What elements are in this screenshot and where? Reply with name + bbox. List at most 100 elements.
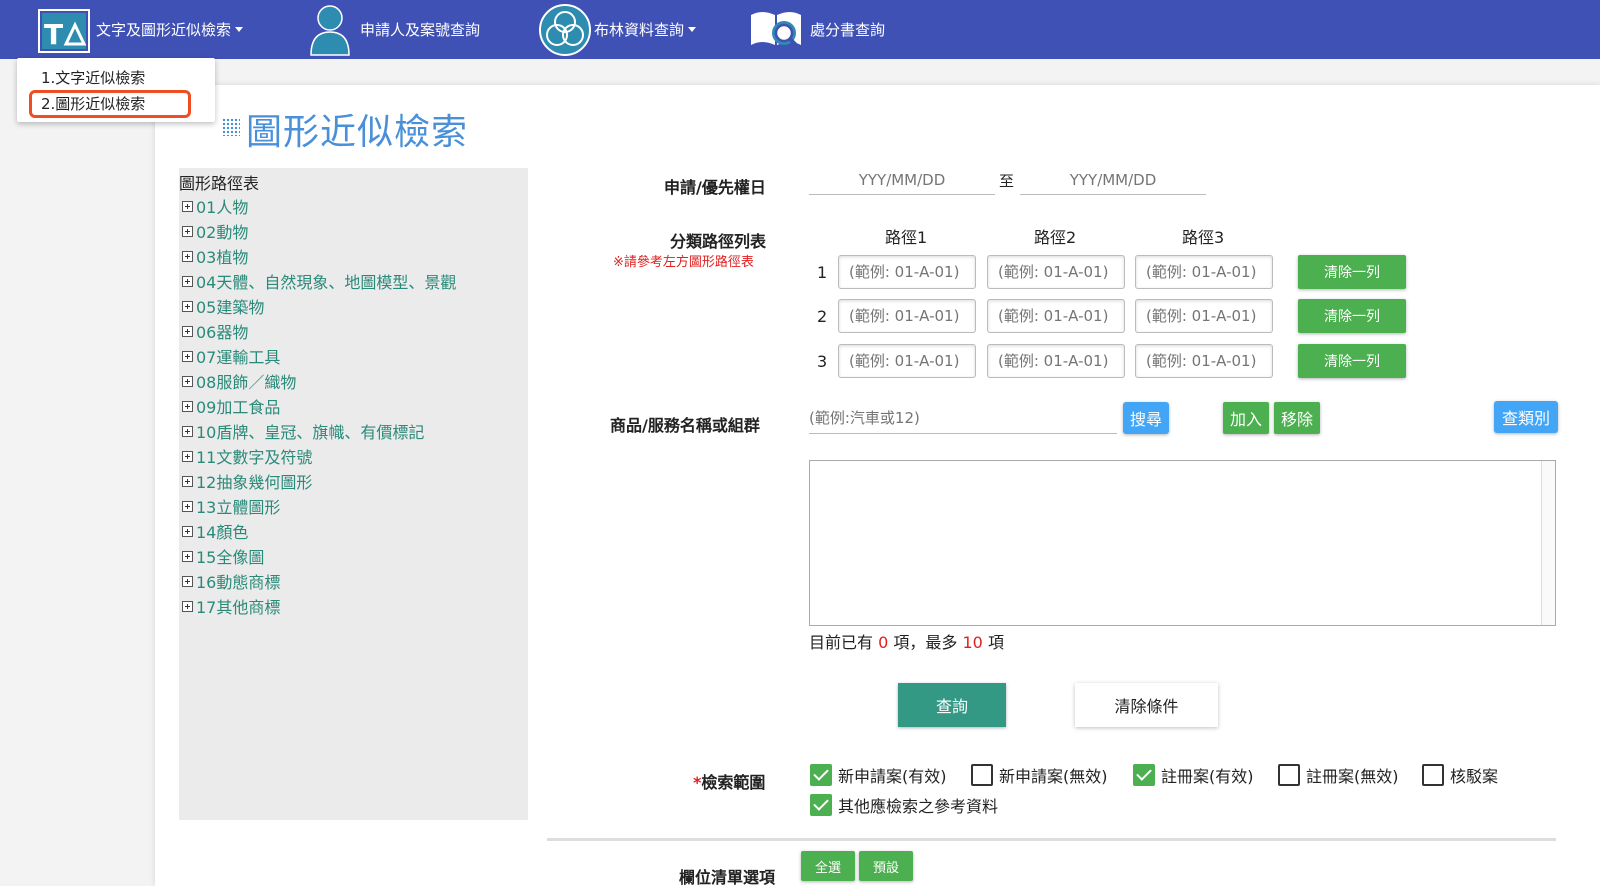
- select-all-button[interactable]: 全選: [801, 851, 855, 881]
- expand-plus-icon[interactable]: [182, 450, 193, 462]
- checkbox-checked[interactable]: [810, 764, 832, 786]
- tree-item-label[interactable]: 10盾牌、皇冠、旗幟、有價標記: [196, 419, 424, 443]
- tree-item-label[interactable]: 11文數字及符號: [196, 444, 312, 468]
- path1-row1-input[interactable]: [838, 255, 976, 289]
- scope-option[interactable]: 核駁案: [1422, 763, 1498, 787]
- tree-item[interactable]: 11文數字及符號: [179, 444, 312, 468]
- add-button[interactable]: 加入: [1223, 402, 1269, 434]
- tree-item-label[interactable]: 01人物: [196, 194, 248, 218]
- nav-text-graphic-search[interactable]: T 文字及圖形近似檢索: [38, 0, 244, 59]
- path1-row3-input[interactable]: [838, 344, 976, 378]
- expand-plus-icon[interactable]: [182, 600, 193, 612]
- path3-row3-input[interactable]: [1135, 344, 1273, 378]
- scope-option[interactable]: 新申請案(有效): [810, 763, 947, 787]
- checkbox-unchecked[interactable]: [1422, 764, 1444, 786]
- expand-plus-icon[interactable]: [182, 225, 193, 237]
- expand-plus-icon[interactable]: [182, 500, 193, 512]
- scope-option[interactable]: 註冊案(有效): [1133, 763, 1254, 787]
- tree-item-label[interactable]: 08服飾／織物: [196, 369, 296, 393]
- tree-item[interactable]: 09加工食品: [179, 394, 280, 418]
- expand-plus-icon[interactable]: [182, 400, 193, 412]
- tree-item-label[interactable]: 15全像圖: [196, 544, 264, 568]
- clear-conditions-button[interactable]: 清除條件: [1075, 683, 1218, 727]
- date-to-input[interactable]: [1020, 165, 1206, 195]
- clear-row-3-button[interactable]: 清除一列: [1298, 344, 1406, 378]
- page-title: 圖形近似檢索: [246, 112, 469, 153]
- checkbox-unchecked[interactable]: [971, 764, 993, 786]
- path2-row1-input[interactable]: [987, 255, 1125, 289]
- tree-item[interactable]: 07運輸工具: [179, 344, 280, 368]
- path-row-number: 3: [817, 352, 828, 371]
- dropdown-item-graphic-search[interactable]: 2.圖形近似檢索: [41, 93, 145, 114]
- checkbox-checked[interactable]: [1133, 764, 1155, 786]
- expand-plus-icon[interactable]: [182, 475, 193, 487]
- tree-item[interactable]: 17其他商標: [179, 594, 280, 618]
- goods-list-scrollbar[interactable]: [1541, 461, 1555, 625]
- expand-plus-icon[interactable]: [182, 550, 193, 562]
- path2-row2-input[interactable]: [987, 299, 1125, 333]
- tree-item-label[interactable]: 16動態商標: [196, 569, 280, 593]
- clear-row-1-button[interactable]: 清除一列: [1298, 255, 1406, 289]
- scope-option[interactable]: 新申請案(無效): [971, 763, 1108, 787]
- tree-item[interactable]: 05建築物: [179, 294, 264, 318]
- top-nav: T 文字及圖形近似檢索 申請人及案號查詢 布林資料查詢 處分書查詢: [0, 0, 1600, 59]
- tree-item-label[interactable]: 14顏色: [196, 519, 248, 543]
- tree-item[interactable]: 12抽象幾何圖形: [179, 469, 312, 493]
- path3-row1-input[interactable]: [1135, 255, 1273, 289]
- tree-item-label[interactable]: 04天體、自然現象、地圖模型、景觀: [196, 269, 456, 293]
- goods-search-button[interactable]: 搜尋: [1123, 402, 1169, 434]
- tree-item[interactable]: 06器物: [179, 319, 248, 343]
- path3-row2-input[interactable]: [1135, 299, 1273, 333]
- scope-option[interactable]: 註冊案(無效): [1278, 763, 1399, 787]
- expand-plus-icon[interactable]: [182, 200, 193, 212]
- expand-plus-icon[interactable]: [182, 300, 193, 312]
- class-lookup-button[interactable]: 查類別: [1494, 401, 1558, 433]
- expand-plus-icon[interactable]: [182, 250, 193, 262]
- tree-item-label[interactable]: 06器物: [196, 319, 248, 343]
- nav-applicant-search[interactable]: 申請人及案號查詢: [308, 0, 480, 59]
- expand-plus-icon[interactable]: [182, 575, 193, 587]
- path1-row2-input[interactable]: [838, 299, 976, 333]
- scope-option[interactable]: 其他應檢索之參考資料: [810, 793, 998, 817]
- expand-plus-icon[interactable]: [182, 275, 193, 287]
- tree-item-label[interactable]: 09加工食品: [196, 394, 280, 418]
- tree-item[interactable]: 01人物: [179, 194, 248, 218]
- expand-plus-icon[interactable]: [182, 525, 193, 537]
- expand-plus-icon[interactable]: [182, 375, 193, 387]
- tree-item-label[interactable]: 12抽象幾何圖形: [196, 469, 312, 493]
- checkbox-unchecked[interactable]: [1278, 764, 1300, 786]
- tree-item[interactable]: 16動態商標: [179, 569, 280, 593]
- tree-item-label[interactable]: 13立體圖形: [196, 494, 280, 518]
- tree-item[interactable]: 04天體、自然現象、地圖模型、景觀: [179, 269, 456, 293]
- tree-item-label[interactable]: 03植物: [196, 244, 248, 268]
- default-button[interactable]: 預設: [859, 851, 913, 881]
- tree-item-label[interactable]: 17其他商標: [196, 594, 280, 618]
- query-button[interactable]: 查詢: [898, 683, 1006, 727]
- tree-item[interactable]: 10盾牌、皇冠、旗幟、有價標記: [179, 419, 424, 443]
- path2-row3-input[interactable]: [987, 344, 1125, 378]
- count-prefix: 目前已有: [809, 633, 874, 652]
- path-row-number: 1: [817, 263, 828, 282]
- tree-item[interactable]: 08服飾／織物: [179, 369, 296, 393]
- path-note: ※請參考左方圖形路徑表: [613, 255, 754, 270]
- expand-plus-icon[interactable]: [182, 425, 193, 437]
- nav-boolean-search[interactable]: 布林資料查詢: [538, 0, 697, 59]
- tree-item[interactable]: 14顏色: [179, 519, 248, 543]
- remove-button[interactable]: 移除: [1274, 402, 1320, 434]
- nav-decision-search[interactable]: 處分書查詢: [748, 0, 885, 59]
- goods-list-box[interactable]: [809, 460, 1556, 626]
- tree-item-label[interactable]: 05建築物: [196, 294, 264, 318]
- tree-item-label[interactable]: 07運輸工具: [196, 344, 280, 368]
- expand-plus-icon[interactable]: [182, 350, 193, 362]
- goods-search-input[interactable]: [809, 402, 1117, 434]
- tree-item[interactable]: 15全像圖: [179, 544, 264, 568]
- checkbox-checked[interactable]: [810, 794, 832, 816]
- tree-item[interactable]: 02動物: [179, 219, 248, 243]
- tree-item[interactable]: 13立體圖形: [179, 494, 280, 518]
- tree-item[interactable]: 03植物: [179, 244, 248, 268]
- date-from-input[interactable]: [809, 165, 995, 195]
- clear-row-2-button[interactable]: 清除一列: [1298, 299, 1406, 333]
- expand-plus-icon[interactable]: [182, 325, 193, 337]
- dropdown-item-text-search[interactable]: 1.文字近似檢索: [41, 67, 145, 88]
- tree-item-label[interactable]: 02動物: [196, 219, 248, 243]
